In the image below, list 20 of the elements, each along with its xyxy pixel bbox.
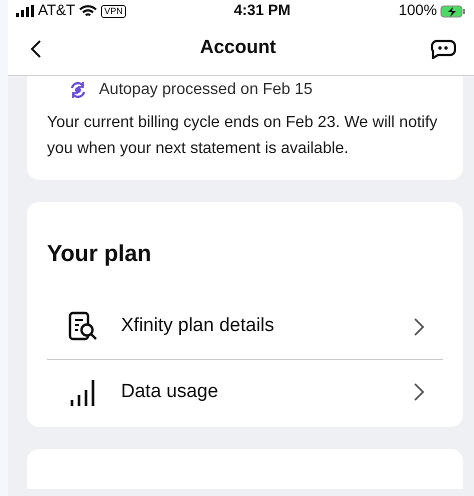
document-search-icon [67,310,99,342]
carrier-name: AT&T [38,0,76,21]
wifi-icon [79,4,98,18]
plan-list-item[interactable]: Data usage [47,360,443,424]
billing-message: Your current billing cycle ends on Feb 23. We will notify you when your next statement is available. [47,113,438,159]
vpn-badge: VPN [101,4,126,18]
clock-time: 4:31 PM [234,0,291,21]
chat-bubble-icon [430,38,456,58]
battery-charging-icon [440,4,466,18]
cellular-signal-icon [16,5,34,17]
back-chevron-icon [30,38,42,58]
chevron-right-icon [413,382,425,402]
battery-percent: 100% [398,0,437,21]
autopay-status: Autopay processed on Feb 15 [99,80,312,100]
plan-list-item[interactable]: Xfinity plan details [47,294,443,360]
page-title: Account [200,36,276,60]
item-label: Xfinity plan details [121,314,276,338]
item-label: Data usage [121,380,220,404]
chevron-right-icon [413,316,425,336]
section-title: Your plan [47,239,152,268]
